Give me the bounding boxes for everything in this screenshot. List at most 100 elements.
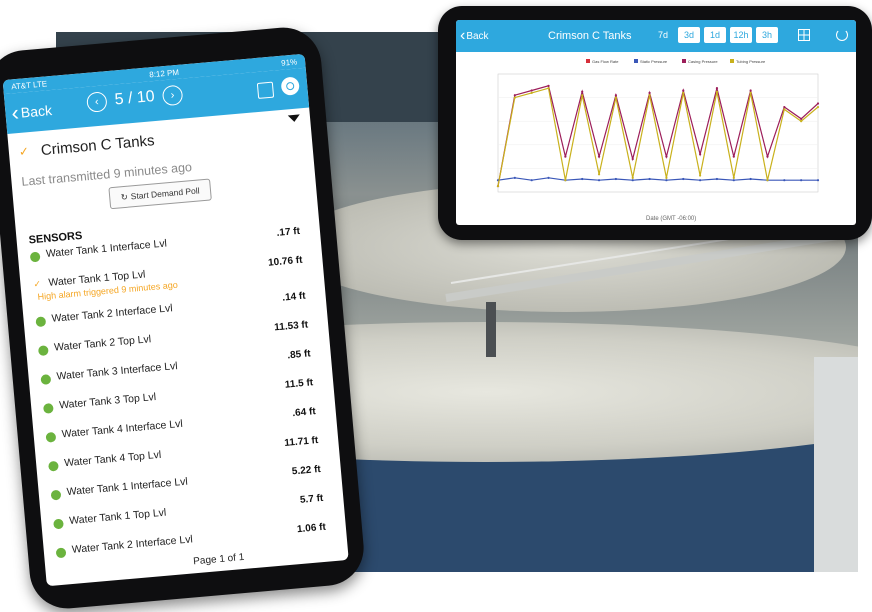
refresh-icon[interactable]	[836, 29, 848, 41]
series-point	[564, 179, 567, 182]
series-point	[614, 177, 617, 181]
series-point	[581, 90, 584, 93]
sensor-value: .64 ft	[291, 406, 317, 420]
series-point	[749, 177, 752, 181]
sensor-value: 10.76 ft	[267, 254, 303, 269]
sensor-value: 1.06 ft	[296, 521, 327, 536]
edit-icon[interactable]	[256, 81, 275, 99]
status-ok-icon	[42, 403, 54, 414]
series-point	[699, 174, 702, 177]
series-point	[800, 179, 803, 182]
series-point	[766, 179, 769, 182]
legend-label: Static Pressure	[640, 59, 668, 64]
series-point	[597, 179, 601, 182]
chevron-left-icon: ‹	[460, 27, 466, 44]
range-button-3h[interactable]: 3h	[756, 27, 778, 43]
previous-site-button[interactable]: ‹	[86, 91, 108, 113]
series-point	[749, 91, 752, 94]
refresh-icon[interactable]	[280, 76, 300, 96]
range-button-7d[interactable]: 7d	[652, 27, 674, 43]
series-point	[581, 177, 584, 181]
series-point	[530, 91, 533, 94]
series-point	[800, 117, 803, 120]
site-pager: ‹ 5 / 10 ›	[86, 84, 184, 113]
series-point	[816, 102, 820, 105]
series-point	[665, 179, 668, 182]
x-axis-label: Date (GMT -06:00)	[646, 216, 696, 222]
sensor-value: .17 ft	[276, 225, 301, 239]
series-point	[513, 176, 516, 179]
series-point	[631, 179, 634, 182]
series-point	[783, 179, 786, 182]
legend-swatch	[634, 59, 638, 63]
chart-screen: ‹ Back Crimson C Tanks 7d 3d 1d 12h 3h Gas F…	[456, 20, 856, 225]
status-ok-icon	[55, 547, 67, 559]
demand-poll-label: Start Demand Poll	[130, 185, 200, 202]
site-name: Crimson C Tanks	[40, 131, 156, 159]
series-point	[699, 179, 702, 182]
range-button-3d[interactable]: 3d	[678, 27, 700, 43]
trend-chart: Gas Flow Rate Static Pressure Casing Press…	[496, 59, 820, 222]
status-ok-icon	[53, 518, 64, 530]
legend-swatch	[586, 59, 590, 63]
series-point	[715, 90, 719, 93]
sensor-value: .85 ft	[286, 348, 312, 362]
series-point	[530, 179, 533, 182]
plot-area	[497, 73, 819, 193]
status-ok-icon	[37, 345, 49, 357]
grid-icon[interactable]	[798, 29, 810, 41]
dropdown-triangle-icon[interactable]	[287, 114, 301, 123]
series-point	[715, 177, 719, 181]
series-point	[631, 157, 634, 161]
series-point	[766, 155, 769, 158]
carrier-label: AT&T LTE	[10, 78, 48, 91]
series-point	[715, 87, 719, 90]
next-site-button[interactable]: ›	[161, 84, 184, 107]
series-point	[648, 91, 651, 94]
check-icon: ✓	[18, 144, 30, 159]
clock-label: 8:12 PM	[148, 67, 180, 79]
series-point	[682, 89, 685, 92]
chart-navbar: ‹ Back Crimson C Tanks 7d 3d 1d 12h 3h	[456, 20, 856, 52]
range-button-1d[interactable]: 1d	[704, 27, 726, 43]
series-point	[800, 120, 803, 123]
series-point	[513, 96, 516, 99]
series-point	[699, 153, 702, 156]
series-point	[614, 94, 617, 97]
series-point	[547, 87, 550, 90]
series-point	[783, 108, 786, 111]
back-button[interactable]: ‹ Back	[460, 27, 489, 45]
sensor-value: 11.5 ft	[284, 377, 314, 391]
battery-label: 91%	[280, 56, 298, 68]
series-point	[665, 155, 668, 158]
sensor-value: 11.71 ft	[283, 435, 319, 449]
chevron-left-icon: ‹	[10, 99, 20, 126]
landscape-phone: ‹ Back Crimson C Tanks 7d 3d 1d 12h 3h Gas F…	[438, 6, 872, 240]
series-point	[597, 173, 601, 176]
legend-swatch	[730, 59, 734, 63]
series-point	[648, 94, 651, 97]
range-button-12h[interactable]: 12h	[730, 27, 752, 43]
series-point	[581, 94, 584, 97]
back-button[interactable]: ‹ Back	[10, 99, 53, 126]
series-point	[732, 179, 735, 182]
sensor-value: 11.53 ft	[273, 319, 309, 334]
series-point	[648, 177, 651, 181]
series-point	[732, 176, 735, 179]
series-point	[597, 155, 601, 158]
range-selector: 7d 3d 1d 12h 3h	[652, 27, 778, 43]
series-point	[682, 91, 685, 94]
photo-pillar	[486, 302, 496, 357]
chart-title: Crimson C Tanks	[548, 30, 632, 42]
series-point	[564, 155, 567, 158]
sensor-list: Water Tank 1 Interface Lvl .17 ft ✓ Water T…	[17, 221, 347, 572]
series-point	[547, 176, 550, 179]
start-demand-poll-button[interactable]: ↻ Start Demand Poll	[108, 178, 212, 210]
series-point	[614, 96, 617, 99]
series-point	[783, 105, 786, 109]
series-point	[749, 89, 752, 92]
sync-icon: ↻	[120, 191, 129, 202]
legend-swatch	[682, 59, 686, 63]
status-ok-icon	[29, 251, 41, 263]
series-point	[513, 94, 516, 97]
